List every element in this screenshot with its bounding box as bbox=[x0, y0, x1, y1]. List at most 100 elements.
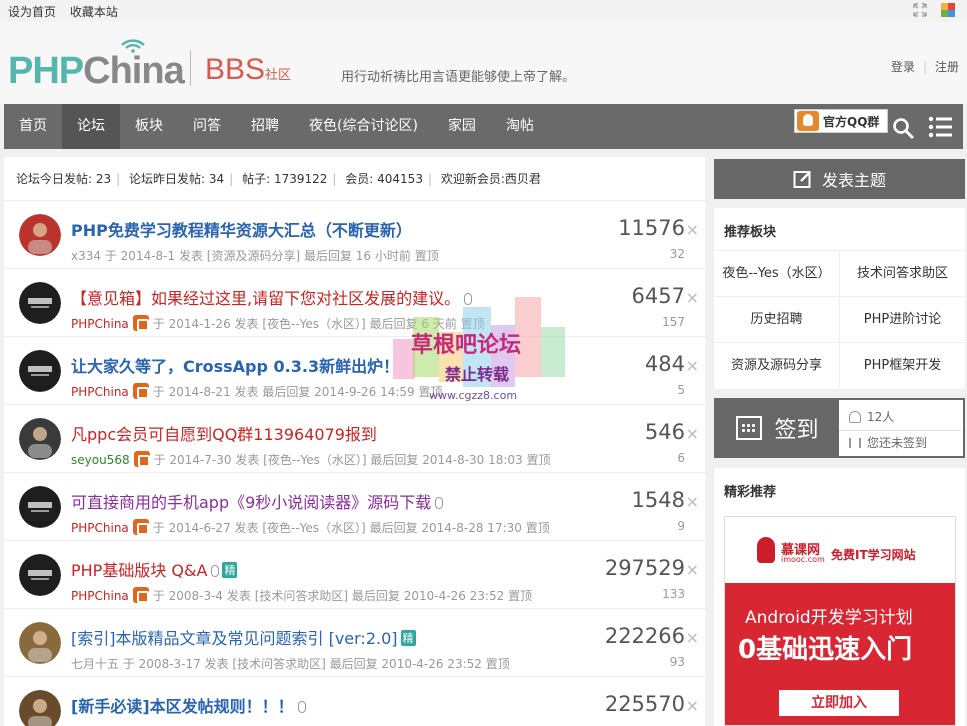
stat-yesterday-label: 论坛昨日发帖: bbox=[129, 172, 206, 186]
thread-last-reply: 最后回复 2010-4-26 23:52 bbox=[351, 589, 505, 603]
close-icon[interactable]: × bbox=[686, 696, 699, 715]
close-icon[interactable]: × bbox=[686, 492, 699, 511]
thread-author[interactable]: x334 bbox=[71, 249, 101, 263]
thread-title-text: 让大家久等了，CrossApp 0.3.3新鲜出炉！ bbox=[71, 357, 400, 376]
thread-title[interactable]: PHP基础版块 Q&A 精 bbox=[71, 557, 238, 581]
stat-sep: | bbox=[229, 172, 234, 186]
set-home-link[interactable]: 设为首页 bbox=[8, 5, 56, 19]
thread-meta: PHPChina 于 2014-1-26 发表 [夜色--Yes（水区）] 最后回… bbox=[71, 315, 485, 332]
window-icons bbox=[913, 3, 955, 17]
sign-in-info: 12人 您还未签到 bbox=[839, 406, 961, 454]
search-icon[interactable] bbox=[892, 117, 914, 139]
site-logo[interactable]: PHPChina bbox=[8, 50, 185, 93]
calendar-icon bbox=[736, 416, 763, 440]
imooc-ad-banner[interactable]: 慕课网 imooc.com 免费IT学习网站 Android开发学习计划 0基础… bbox=[724, 516, 956, 726]
thread-title[interactable]: 可直接商用的手机app《9秒小说阅读器》源码下载 bbox=[71, 489, 444, 513]
thread-author[interactable]: PHPChina bbox=[71, 521, 129, 535]
thread-sticky-label: 置顶 bbox=[418, 385, 443, 399]
thread-title-text: [索引]本版精品文章及常见问题索引 [ver:2.0] bbox=[71, 629, 398, 648]
avatar[interactable] bbox=[19, 214, 61, 256]
sign-in-button[interactable]: 签到 bbox=[716, 400, 839, 456]
view-count: 297529 bbox=[604, 556, 685, 580]
newest-member-link[interactable]: 西贝君 bbox=[505, 172, 541, 186]
nav-item[interactable]: 淘帖 bbox=[491, 104, 549, 149]
thread-forum-link[interactable]: [资源及源码分享] bbox=[207, 249, 300, 263]
recommended-forum-link[interactable]: 技术问答求助区 bbox=[839, 250, 965, 296]
login-link[interactable]: 登录 bbox=[891, 60, 915, 74]
thread-date: 于 2014-1-26 发表 bbox=[152, 317, 259, 331]
recommended-forum-link[interactable]: PHP框架开发 bbox=[839, 342, 965, 388]
nav-item[interactable]: 板块 bbox=[120, 104, 178, 149]
avatar[interactable] bbox=[19, 282, 61, 324]
fullscreen-icon[interactable] bbox=[913, 3, 927, 17]
close-icon[interactable]: × bbox=[686, 628, 699, 647]
thread-title[interactable]: 让大家久等了，CrossApp 0.3.3新鲜出炉！ bbox=[71, 353, 399, 377]
stat-members: 404153 bbox=[377, 172, 423, 186]
ad-line2: 0基础迅速入门 bbox=[738, 635, 913, 665]
avatar[interactable] bbox=[19, 486, 61, 528]
qq-group-button[interactable]: 官方QQ群 bbox=[794, 109, 888, 133]
recommended-forum-link[interactable]: 夜色--Yes（水区） bbox=[714, 250, 839, 296]
thread-last-reply: 最后回复 6 天前 bbox=[369, 317, 457, 331]
thread-forum-link[interactable]: [夜色--Yes（水区）] bbox=[262, 317, 365, 331]
thread-author[interactable]: PHPChina bbox=[71, 385, 129, 399]
avatar[interactable] bbox=[19, 418, 61, 460]
bbs-text: BBS bbox=[205, 53, 266, 86]
thread-title-text: PHP免费学习教程精华资源大汇总（不断更新） bbox=[71, 221, 412, 240]
thread-author[interactable]: PHPChina bbox=[71, 589, 129, 603]
thread-author[interactable]: 七月十五 bbox=[71, 657, 119, 671]
new-topic-button[interactable]: 发表主题 bbox=[714, 159, 965, 199]
thread-title[interactable]: PHP免费学习教程精华资源大汇总（不断更新） bbox=[71, 217, 412, 241]
ad-header: 慕课网 imooc.com 免费IT学习网站 bbox=[725, 517, 955, 583]
avatar[interactable] bbox=[19, 622, 61, 664]
ad-join-button[interactable]: 立即加入 bbox=[779, 690, 899, 716]
featured-title: 精彩推荐 bbox=[724, 485, 777, 500]
close-icon[interactable]: × bbox=[686, 356, 699, 375]
thread-title[interactable]: [新手必读]本区发帖规则！！！ bbox=[71, 693, 306, 717]
avatar[interactable] bbox=[19, 690, 61, 726]
avatar[interactable] bbox=[19, 350, 61, 392]
menu-icon[interactable] bbox=[928, 116, 952, 138]
theme-color-icon[interactable] bbox=[941, 3, 955, 17]
thread-author[interactable]: PHPChina bbox=[71, 317, 129, 331]
recommended-forum-link[interactable]: 资源及源码分享 bbox=[714, 342, 839, 388]
reply-count: 5 bbox=[677, 383, 685, 397]
thread-forum-link[interactable]: [夜色--Yes（水区）] bbox=[263, 453, 366, 467]
sign-in-count: 12人 bbox=[867, 410, 895, 424]
stat-today: 23 bbox=[95, 172, 112, 186]
vip-medal-icon bbox=[132, 383, 149, 399]
avatar[interactable] bbox=[19, 554, 61, 596]
thread-title[interactable]: 【意见箱】如果经过这里,请留下您对社区发展的建议。 bbox=[71, 285, 473, 309]
nav-item[interactable]: 招聘 bbox=[236, 104, 294, 149]
thread-row: [新手必读]本区发帖规则！！！ 225570 × bbox=[4, 677, 705, 726]
thread-date: 于 2008-3-4 发表 bbox=[152, 589, 251, 603]
thread-author[interactable]: seyou568 bbox=[71, 453, 130, 467]
close-icon[interactable]: × bbox=[686, 288, 699, 307]
register-link[interactable]: 注册 bbox=[935, 60, 959, 74]
nav-item[interactable]: 问答 bbox=[178, 104, 236, 149]
thread-forum-link[interactable]: [技术问答求助区] bbox=[255, 589, 348, 603]
bbs-logo[interactable]: BBS社区 bbox=[205, 53, 291, 87]
recommended-forum-link[interactable]: PHP进阶讨论 bbox=[839, 296, 965, 342]
nav-item[interactable]: 论坛 bbox=[62, 104, 120, 149]
close-icon[interactable]: × bbox=[686, 220, 699, 239]
close-icon[interactable]: × bbox=[686, 424, 699, 443]
close-icon[interactable]: × bbox=[686, 560, 699, 579]
logo-divider bbox=[190, 50, 191, 86]
thread-title[interactable]: [索引]本版精品文章及常见问题索引 [ver:2.0] 精 bbox=[71, 625, 416, 649]
view-count: 6457 bbox=[631, 284, 685, 308]
view-count: 484 bbox=[644, 352, 685, 376]
thread-title[interactable]: 凡ppc会员可自愿到QQ群113964079报到 bbox=[71, 421, 377, 445]
reply-count: 157 bbox=[662, 315, 685, 329]
vip-medal-icon bbox=[132, 587, 149, 603]
nav-item[interactable]: 夜色(综合讨论区) bbox=[294, 104, 433, 149]
edit-icon bbox=[793, 169, 813, 189]
thread-forum-link[interactable]: [技术问答求助区] bbox=[232, 657, 325, 671]
recommended-forum-link[interactable]: 历史招聘 bbox=[714, 296, 839, 342]
reply-count: 133 bbox=[662, 587, 685, 601]
nav-item[interactable]: 首页 bbox=[4, 104, 62, 149]
forum-stats: 论坛今日发帖: 23 | 论坛昨日发帖: 34 | 帖子: 1739122 | 会员:… bbox=[4, 157, 705, 201]
bookmark-link[interactable]: 收藏本站 bbox=[70, 5, 118, 19]
thread-forum-link[interactable]: [夜色--Yes（水区）] bbox=[262, 521, 365, 535]
nav-item[interactable]: 家园 bbox=[433, 104, 491, 149]
